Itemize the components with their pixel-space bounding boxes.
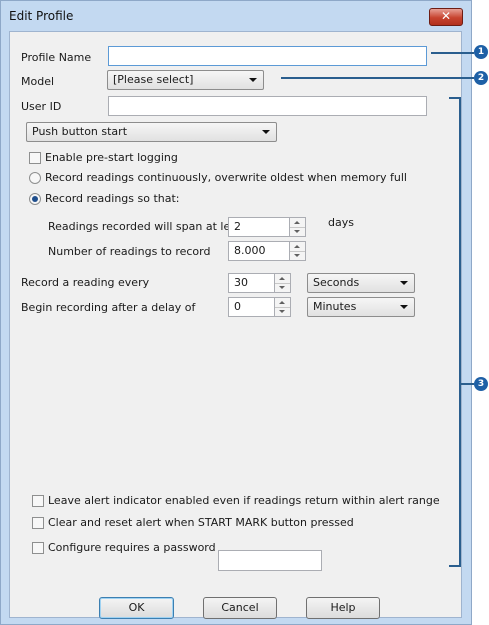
delay-unit-value: Minutes — [313, 300, 357, 313]
callout-line-2 — [281, 77, 474, 79]
interval-value[interactable]: 30 — [228, 273, 275, 293]
decrement-icon[interactable] — [275, 307, 290, 316]
dialog-title: Edit Profile — [9, 9, 74, 23]
pre-start-logging-label: Enable pre-start logging — [45, 151, 178, 164]
edit-profile-dialog: Edit Profile ✕ Profile Name Model [Pleas… — [0, 0, 472, 625]
readings-count-label: Number of readings to record — [48, 245, 211, 258]
dialog-body: Profile Name Model [Please select] User … — [9, 31, 462, 619]
decrement-icon[interactable] — [290, 227, 305, 236]
profile-name-input[interactable] — [108, 46, 427, 66]
user-id-label: User ID — [21, 100, 62, 113]
callout-bracket-spine — [459, 97, 461, 567]
model-select[interactable]: [Please select] — [107, 70, 264, 90]
require-password-label: Configure requires a password — [48, 541, 216, 554]
chevron-down-icon — [249, 78, 257, 82]
clear-reset-alert-checkbox[interactable] — [32, 517, 44, 529]
callout-badge-1: 1 — [474, 45, 488, 59]
span-label: Readings recorded will span at least — [48, 220, 248, 233]
password-input[interactable] — [218, 550, 322, 571]
require-password-checkbox[interactable] — [32, 542, 44, 554]
close-button[interactable]: ✕ — [429, 8, 463, 26]
chevron-down-icon — [400, 305, 408, 309]
callout-badge-2: 2 — [474, 71, 488, 85]
model-label: Model — [21, 75, 55, 88]
readings-count-stepper-buttons[interactable] — [290, 241, 306, 261]
record-so-that-radio[interactable] — [29, 193, 41, 205]
span-value[interactable]: 2 — [228, 217, 290, 237]
delay-stepper-buttons[interactable] — [275, 297, 291, 317]
record-continuously-label: Record readings continuously, overwrite … — [45, 171, 407, 184]
interval-label: Record a reading every — [21, 276, 150, 289]
decrement-icon[interactable] — [290, 251, 305, 260]
chevron-down-icon — [262, 130, 270, 134]
chevron-down-icon — [400, 281, 408, 285]
delay-label: Begin recording after a delay of — [21, 301, 196, 314]
record-continuously-radio[interactable] — [29, 172, 41, 184]
close-icon: ✕ — [440, 9, 452, 23]
record-so-that-label: Record readings so that: — [45, 192, 180, 205]
callout-line-1 — [431, 52, 474, 54]
help-button[interactable]: Help — [306, 597, 380, 619]
profile-name-label: Profile Name — [21, 51, 92, 64]
span-unit: days — [328, 216, 354, 229]
ok-button[interactable]: OK — [99, 597, 174, 619]
model-select-value: [Please select] — [113, 73, 194, 86]
pre-start-logging-checkbox[interactable] — [29, 152, 41, 164]
leave-alert-label: Leave alert indicator enabled even if re… — [48, 494, 440, 507]
clear-reset-alert-label: Clear and reset alert when START MARK bu… — [48, 516, 354, 529]
callout-line-3 — [461, 383, 474, 385]
title-bar[interactable]: Edit Profile ✕ — [1, 1, 471, 31]
interval-stepper-buttons[interactable] — [275, 273, 291, 293]
user-id-input[interactable] — [108, 96, 427, 116]
start-mode-select[interactable]: Push button start — [26, 122, 277, 142]
readings-count-value[interactable]: 8.000 — [228, 241, 290, 261]
cancel-button[interactable]: Cancel — [203, 597, 277, 619]
callout-badge-3: 3 — [474, 377, 488, 391]
start-mode-value: Push button start — [32, 125, 128, 138]
interval-unit-value: Seconds — [313, 276, 360, 289]
callout-bracket-bottom — [449, 565, 461, 567]
delay-value[interactable]: 0 — [228, 297, 275, 317]
decrement-icon[interactable] — [275, 283, 290, 292]
span-stepper-buttons[interactable] — [290, 217, 306, 237]
interval-unit-select[interactable]: Seconds — [307, 273, 415, 293]
delay-unit-select[interactable]: Minutes — [307, 297, 415, 317]
leave-alert-checkbox[interactable] — [32, 495, 44, 507]
